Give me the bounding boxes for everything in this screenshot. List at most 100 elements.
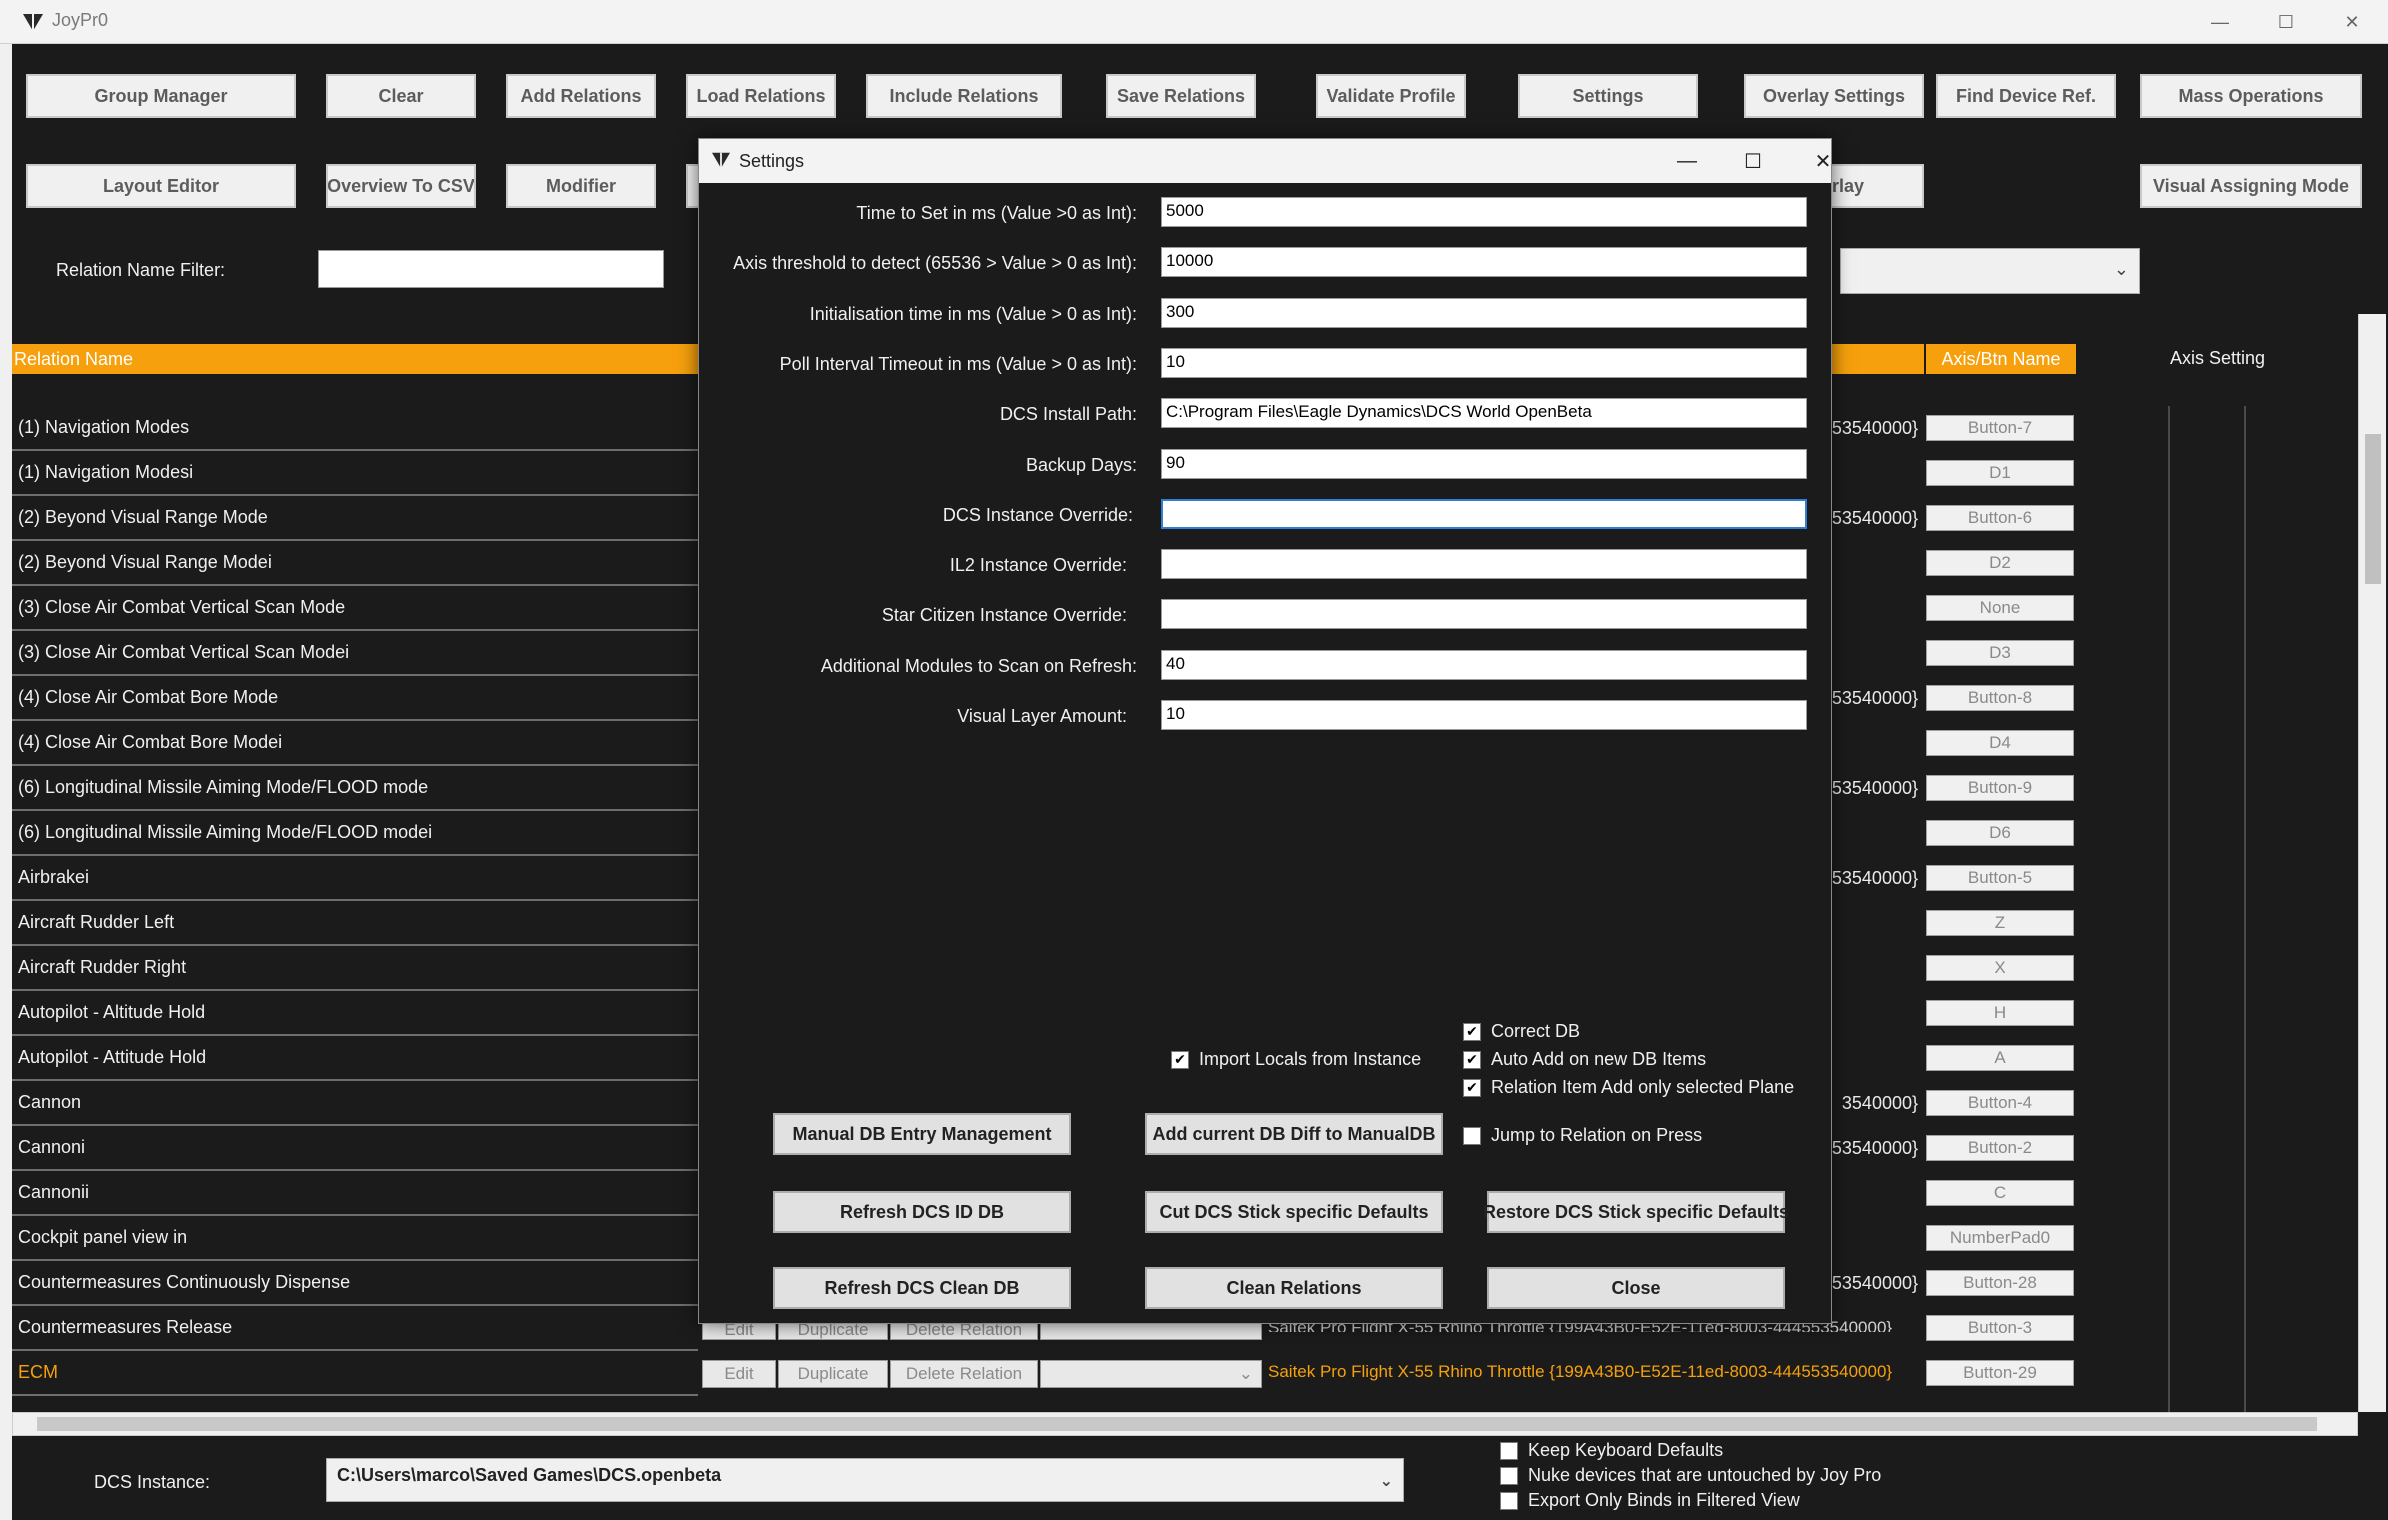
table-row[interactable]: (3) Close Air Combat Vertical Scan Mode xyxy=(12,586,698,631)
settings-button[interactable]: Settings xyxy=(1518,74,1698,118)
auto-add-checkbox[interactable]: Auto Add on new DB Items xyxy=(1463,1049,1706,1070)
table-row[interactable]: (4) Close Air Combat Bore Modei xyxy=(12,721,698,766)
table-row[interactable]: (1) Navigation Modesi xyxy=(12,451,698,496)
axis-btn-name-cell[interactable]: H xyxy=(1926,1000,2074,1026)
table-row[interactable]: Cannon xyxy=(12,1081,698,1126)
include-relations-button[interactable]: Include Relations xyxy=(866,74,1062,118)
table-row[interactable]: Cockpit panel view in xyxy=(12,1216,698,1261)
import-locals-checkbox[interactable]: Import Locals from Instance xyxy=(1171,1049,1421,1070)
minimize-button[interactable]: — xyxy=(1659,145,1715,177)
setting-input[interactable]: 10 xyxy=(1161,700,1807,730)
axis-btn-name-cell[interactable]: Button-6 xyxy=(1926,505,2074,531)
table-row[interactable]: Cannonii xyxy=(12,1171,698,1216)
setting-input[interactable]: 10 xyxy=(1161,348,1807,378)
axis-btn-name-cell[interactable]: D4 xyxy=(1926,730,2074,756)
axis-btn-name-cell[interactable]: None xyxy=(1926,595,2074,621)
delete-relation-button[interactable]: Delete Relation xyxy=(890,1360,1038,1388)
checkbox-box[interactable] xyxy=(1500,1441,1518,1460)
checkbox-unchecked[interactable] xyxy=(1463,1126,1481,1145)
add-relations-button[interactable]: Add Relations xyxy=(506,74,656,118)
axis-btn-name-cell[interactable]: D3 xyxy=(1926,640,2074,666)
table-row[interactable]: Aircraft Rudder Right xyxy=(12,946,698,991)
correct-db-checkbox[interactable]: Correct DB xyxy=(1463,1021,1580,1042)
checkbox-box[interactable] xyxy=(1500,1491,1518,1510)
axis-btn-name-cell[interactable]: Button-28 xyxy=(1926,1270,2074,1296)
close-window-button[interactable]: ✕ xyxy=(2322,6,2382,38)
axis-btn-name-cell[interactable]: X xyxy=(1926,955,2074,981)
duplicate-button[interactable]: Duplicate xyxy=(778,1360,888,1388)
table-row[interactable]: (1) Navigation Modes xyxy=(12,406,698,451)
nuke-devices-checkbox[interactable]: Nuke devices that are untouched by Joy P… xyxy=(1500,1465,1881,1486)
refresh-dcs-clean-db-button[interactable]: Refresh DCS Clean DB xyxy=(773,1267,1071,1309)
setting-input[interactable]: 300 xyxy=(1161,298,1807,328)
relation-name-header[interactable]: Relation Name xyxy=(12,344,698,374)
manual-db-entry-button[interactable]: Manual DB Entry Management xyxy=(773,1113,1071,1155)
axis-btn-name-cell[interactable]: Button-7 xyxy=(1926,415,2074,441)
checkbox-checked[interactable] xyxy=(1463,1050,1481,1069)
relation-item-add-checkbox[interactable]: Relation Item Add only selected Plane xyxy=(1463,1077,1794,1098)
axis-btn-name-cell[interactable]: C xyxy=(1926,1180,2074,1206)
axis-btn-name-cell[interactable]: A xyxy=(1926,1045,2074,1071)
checkbox-checked[interactable] xyxy=(1463,1078,1481,1097)
close-dialog-icon[interactable]: ✕ xyxy=(1795,145,1851,177)
checkbox-checked[interactable] xyxy=(1171,1050,1189,1069)
axis-btn-name-header[interactable]: Axis/Btn Name xyxy=(1926,344,2076,374)
export-only-binds-checkbox[interactable]: Export Only Binds in Filtered View xyxy=(1500,1490,1800,1511)
find-device-ref-button[interactable]: Find Device Ref. xyxy=(1936,74,2116,118)
setting-input[interactable]: 5000 xyxy=(1161,197,1807,227)
table-row[interactable]: Airbrakei xyxy=(12,856,698,901)
axis-btn-name-cell[interactable]: D2 xyxy=(1926,550,2074,576)
restore-dcs-defaults-button[interactable]: Restore DCS Stick specific Defaults xyxy=(1483,1191,1789,1233)
add-db-diff-button[interactable]: Add current DB Diff to ManualDB xyxy=(1145,1113,1443,1155)
scrollbar-thumb[interactable] xyxy=(2365,434,2381,584)
table-row[interactable]: (6) Longitudinal Missile Aiming Mode/FLO… xyxy=(12,766,698,811)
clean-relations-button[interactable]: Clean Relations xyxy=(1145,1267,1443,1309)
axis-btn-name-cell[interactable]: D1 xyxy=(1926,460,2074,486)
relation-name-filter-input[interactable] xyxy=(318,250,664,288)
vertical-scrollbar[interactable] xyxy=(2358,314,2386,1412)
edit-button[interactable]: Edit xyxy=(702,1360,776,1388)
load-relations-button[interactable]: Load Relations xyxy=(686,74,836,118)
minimize-button[interactable]: — xyxy=(2190,6,2250,38)
close-button[interactable]: Close xyxy=(1487,1267,1785,1309)
axis-btn-name-cell[interactable]: Button-5 xyxy=(1926,865,2074,891)
clear-button[interactable]: Clear xyxy=(326,74,476,118)
setting-input[interactable]: 90 xyxy=(1161,449,1807,479)
table-row[interactable]: Autopilot - Attitude Hold xyxy=(12,1036,698,1081)
axis-btn-name-cell[interactable]: Button-2 xyxy=(1926,1135,2074,1161)
setting-input[interactable] xyxy=(1161,499,1807,529)
table-row[interactable]: Aircraft Rudder Left xyxy=(12,901,698,946)
axis-btn-name-cell[interactable]: Button-29 xyxy=(1926,1360,2074,1386)
axis-btn-name-cell[interactable]: Button-4 xyxy=(1926,1090,2074,1116)
axis-btn-name-cell[interactable]: NumberPad0 xyxy=(1926,1225,2074,1251)
overlay-settings-button[interactable]: Overlay Settings xyxy=(1744,74,1924,118)
save-relations-button[interactable]: Save Relations xyxy=(1106,74,1256,118)
scrollbar-thumb[interactable] xyxy=(37,1417,2317,1431)
cut-dcs-defaults-button[interactable]: Cut DCS Stick specific Defaults xyxy=(1145,1191,1443,1233)
device-dropdown[interactable]: ⌄ xyxy=(1040,1360,1262,1388)
axis-btn-name-cell[interactable]: Z xyxy=(1926,910,2074,936)
horizontal-scrollbar[interactable] xyxy=(12,1412,2358,1436)
table-row[interactable]: Countermeasures Release xyxy=(12,1306,698,1351)
jump-to-relation-checkbox[interactable]: Jump to Relation on Press xyxy=(1463,1125,1702,1146)
setting-input[interactable] xyxy=(1161,549,1807,579)
table-row[interactable]: (6) Longitudinal Missile Aiming Mode/FLO… xyxy=(12,811,698,856)
setting-input[interactable]: 10000 xyxy=(1161,247,1807,277)
axis-btn-name-cell[interactable]: Button-3 xyxy=(1926,1315,2074,1341)
mass-operations-button[interactable]: Mass Operations xyxy=(2140,74,2362,118)
setting-input[interactable]: C:\Program Files\Eagle Dynamics\DCS Worl… xyxy=(1161,398,1807,428)
validate-profile-button[interactable]: Validate Profile xyxy=(1316,74,1466,118)
checkbox-box[interactable] xyxy=(1500,1466,1518,1485)
axis-btn-name-cell[interactable]: Button-8 xyxy=(1926,685,2074,711)
checkbox-checked[interactable] xyxy=(1463,1022,1481,1041)
table-row[interactable]: (2) Beyond Visual Range Modei xyxy=(12,541,698,586)
axis-btn-name-cell[interactable]: Button-9 xyxy=(1926,775,2074,801)
refresh-dcs-id-db-button[interactable]: Refresh DCS ID DB xyxy=(773,1191,1071,1233)
axis-btn-name-cell[interactable]: D6 xyxy=(1926,820,2074,846)
visual-assigning-mode-button[interactable]: Visual Assigning Mode xyxy=(2140,164,2362,208)
keep-keyboard-defaults-checkbox[interactable]: Keep Keyboard Defaults xyxy=(1500,1440,1723,1461)
layout-editor-button[interactable]: Layout Editor xyxy=(26,164,296,208)
table-row[interactable]: (3) Close Air Combat Vertical Scan Modei xyxy=(12,631,698,676)
modifier-button[interactable]: Modifier xyxy=(506,164,656,208)
table-row[interactable]: Countermeasures Continuously Dispense xyxy=(12,1261,698,1306)
